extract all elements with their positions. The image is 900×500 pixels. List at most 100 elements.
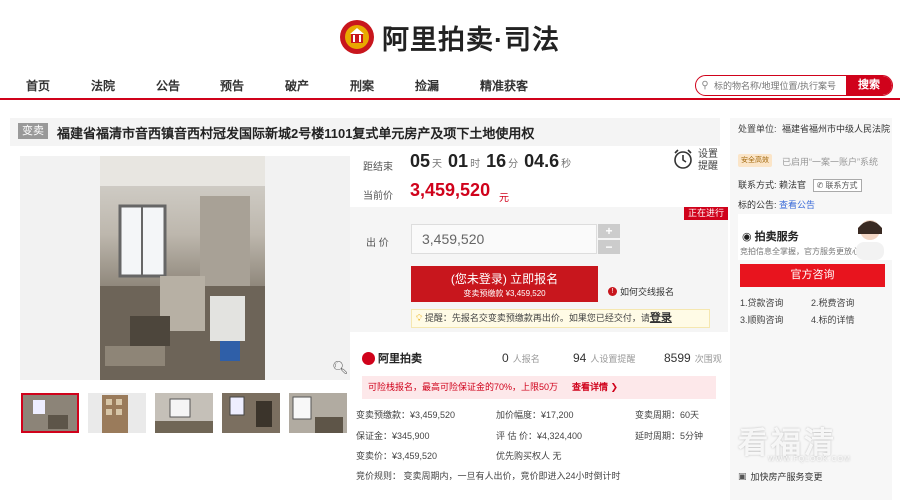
status-badge: 正在进行	[684, 207, 729, 220]
safe-badge: 安全高效	[738, 154, 772, 167]
bid-decrease-button[interactable]: −	[598, 240, 620, 254]
nav-item-preview[interactable]: 预告	[220, 77, 244, 94]
service-loan[interactable]: 1.贷款咨询	[740, 296, 784, 309]
main-photo[interactable]	[20, 156, 350, 380]
disposal-unit-label: 处置单位:	[738, 124, 777, 134]
ali-logo-text: 阿里拍卖	[378, 353, 422, 365]
search-box: ⚲ 搜索	[695, 75, 893, 96]
view-count-value: 8599	[664, 351, 691, 365]
countdown-hours-unit: 时	[470, 159, 481, 170]
reminder-count-label: 人设置提醒	[590, 354, 636, 364]
countdown-days: 05	[410, 151, 431, 171]
room-photo	[100, 156, 265, 380]
announcement-row: 标的公告: 查看公告	[738, 198, 815, 211]
set-reminder-button[interactable]: 设置提醒	[672, 148, 720, 173]
nav-item-leads[interactable]: 精准获客	[480, 77, 528, 94]
nav-item-home[interactable]: 首页	[26, 77, 50, 94]
nav-item-criminal[interactable]: 刑案	[350, 77, 374, 94]
contact-button[interactable]: ✆ 联系方式	[812, 179, 862, 192]
delay-info: 延时周期：5分钟	[635, 431, 704, 441]
tip-text: 提醒：先报名交变卖预缴款再出价。如果您已经交付，请	[424, 313, 650, 323]
current-price: 3,459,520	[410, 180, 491, 200]
service-agent-avatar	[856, 220, 884, 260]
current-price-label: 当前价	[363, 191, 393, 202]
nav-item-bankruptcy[interactable]: 破产	[285, 77, 309, 94]
service-subtitle: 竞拍信息全掌握，官方服务更放心	[740, 247, 860, 256]
how-to-register-link[interactable]: ! 如何交线报名	[608, 285, 674, 298]
bid-input[interactable]: 3,459,520	[411, 224, 597, 254]
service-title-text: 拍卖服务	[754, 231, 799, 243]
announcement-link[interactable]: 查看公告	[779, 200, 815, 210]
priority-buyer-label: 优先购买权人	[496, 451, 551, 461]
login-link[interactable]: 登录	[650, 312, 672, 324]
bulb-icon: 💡︎	[416, 313, 423, 323]
deposit-insurance-banner[interactable]: 可险栈报名，最高可险保证金的70%，上限50万 查看详情 ❯	[362, 376, 716, 399]
thumbnail-1[interactable]	[21, 393, 79, 433]
login-tip: 💡︎ 提醒：先报名交变卖预缴款再出价。如果您已经交付，请登录	[411, 309, 710, 328]
cycle-info: 变卖周期：60天	[635, 410, 700, 420]
search-icon: ⚲	[701, 80, 709, 91]
pre-deposit-info: 变卖预缴款：¥3,459,520	[356, 410, 456, 420]
priority-buyer-value: 无	[552, 451, 562, 461]
reminder-count-value: 94	[573, 351, 587, 365]
signup-count: 0 人报名	[502, 351, 540, 365]
thumbnail-5[interactable]	[289, 393, 347, 433]
ali-logo-icon	[362, 351, 375, 365]
appraisal-info: 评 估 价：¥4,324,400	[496, 431, 583, 441]
contact-name: 赖法官	[779, 180, 807, 190]
thumbnail-4[interactable]	[222, 393, 280, 433]
search-input[interactable]	[714, 80, 844, 91]
bid-label: 出 价	[366, 238, 389, 249]
service-title: ◉ 拍卖服务	[742, 231, 799, 243]
court-name[interactable]: 福建省福州市中级人民法院	[782, 122, 890, 137]
info-icon: !	[608, 287, 617, 296]
insurance-text: 可险栈报名，最高可险保证金的70%，上限50万	[368, 382, 559, 392]
account-system-text: 已启用“一案一账户”系统	[782, 157, 878, 167]
nav-item-courts[interactable]: 法院	[91, 77, 115, 94]
countdown-seconds-unit: 秒	[561, 159, 572, 170]
insurance-details-link[interactable]: 查看详情 ❯	[572, 376, 618, 399]
nav-item-bargain[interactable]: 捡漏	[415, 77, 439, 94]
countdown-seconds: 04.6	[524, 151, 560, 171]
service-purchase[interactable]: 3.顺购咨询	[740, 313, 784, 326]
view-count-label: 次围观	[694, 354, 722, 364]
contact-label: 联系方式:	[738, 180, 777, 190]
thumbnail-3[interactable]	[155, 393, 213, 433]
logo-text: 阿里拍卖·司法	[382, 24, 560, 55]
bid-increase-button[interactable]: +	[598, 224, 620, 238]
zoom-icon[interactable]: 🔍︎	[332, 360, 349, 376]
court-emblem-icon	[340, 20, 374, 54]
set-reminder-label: 设置提醒	[698, 148, 718, 172]
bidding-rules: 竞价规则： 变卖周期内，一旦有人出价，竞价即进入24小时倒计时	[356, 471, 621, 481]
service-tax[interactable]: 2.税费咨询	[811, 296, 855, 309]
countdown-label: 距结束	[363, 162, 393, 173]
countdown-hours: 01	[448, 151, 469, 171]
countdown-minutes-unit: 分	[508, 159, 519, 170]
increment-info: 加价幅度：¥17,200	[496, 410, 574, 420]
announcement-label: 标的公告:	[738, 200, 777, 210]
countdown-timer: 05 天 01 时 16 分 04.6 秒	[410, 151, 575, 172]
official-consult-button[interactable]: 官方咨询	[740, 264, 885, 287]
watermark-url: WWW.FQLOOK.COM	[768, 456, 851, 463]
thumbnail-2[interactable]	[88, 393, 146, 433]
building-icon: ▣	[738, 471, 747, 481]
contact-row: 联系方式: 赖法官 ✆ 联系方式	[738, 178, 862, 192]
view-count: 8599 次围观	[664, 351, 722, 365]
ali-auction-logo: 阿里拍卖	[362, 350, 422, 366]
register-deposit-label: 变卖预缴款 ¥3,459,520	[463, 289, 546, 298]
countdown-days-unit: 天	[432, 159, 443, 170]
sale-type-badge: 变卖	[18, 123, 48, 139]
alarm-clock-icon	[672, 148, 694, 173]
register-button[interactable]: (您未登录) 立即报名 变卖预缴款 ¥3,459,520	[411, 266, 598, 302]
nav-item-notices[interactable]: 公告	[156, 77, 180, 94]
item-title: 福建省福清市音西镇音西村冠发国际新城2号楼1101复式单元房产及项下土地使用权	[57, 126, 535, 141]
how-to-register-text: 如何交线报名	[620, 287, 675, 297]
reminder-count: 94 人设置提醒	[573, 351, 635, 365]
current-price-unit: 元	[499, 193, 509, 204]
search-button[interactable]: 搜索	[846, 76, 892, 95]
site-logo[interactable]: 阿里拍卖·司法	[340, 15, 560, 59]
service-details[interactable]: 4.标的详情	[811, 313, 855, 326]
contact-button-label: 联系方式	[825, 181, 858, 190]
side-footer: ▣ 加快房产服务变更	[738, 470, 823, 483]
side-footer-text: 加快房产服务变更	[750, 472, 823, 482]
